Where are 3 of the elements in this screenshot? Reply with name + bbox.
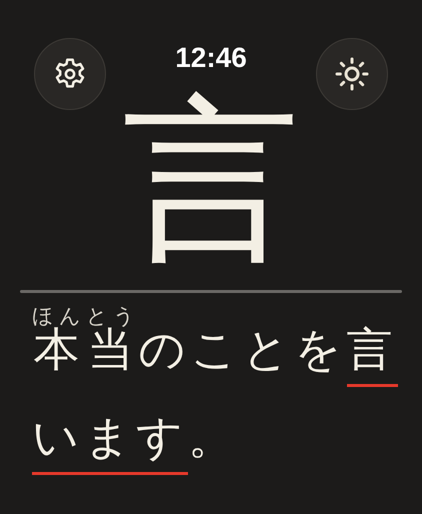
kanji-character: 言 — [122, 86, 300, 286]
clock-time: 12:46 — [175, 42, 247, 74]
example-sentence: 本当 ほんとう のことを 言います。 — [32, 305, 402, 481]
